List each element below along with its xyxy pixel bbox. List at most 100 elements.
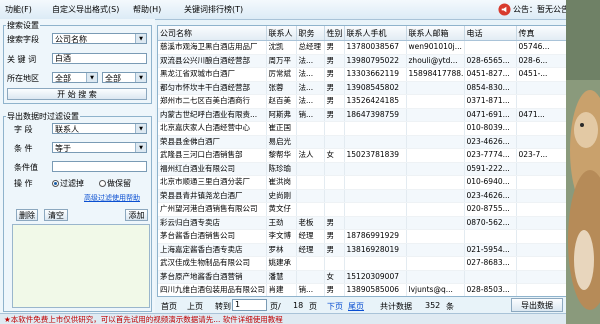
table-cell: 18786991929 [344,229,407,244]
table-row[interactable]: 慈溪市观海卫黑白酒店用品厂 沈凯 总经理男 13780038567 wen901010j… [158,40,566,55]
table-row[interactable]: 郑州市二七区百美白酒商行 赵百美 法... 男 13526424185 0371-871.… [158,94,566,109]
table-cell [516,81,566,95]
menu-custom-export[interactable]: 自定义导出格式(S) [52,4,119,15]
table-cell: 15898417788... [406,67,465,82]
filter-condition-value: 等于 [55,144,71,153]
last-page-link[interactable]: 尾页 [348,301,364,312]
keep-radio[interactable]: 做保留 [99,178,131,189]
left-panel: 搜索设置 搜索字段 公司名称 ▼ 关 键 词 白酒 所在地区 全部 ▼ 全部 ▼… [0,19,155,313]
table-cell: 罗林 [266,243,297,257]
menu-keyword-rank[interactable]: 关键词排行榜(T) [184,4,243,15]
count-unit: 条 [446,302,454,311]
filter-out-radio[interactable]: 过滤掉 [52,178,84,189]
table-cell: 0870-562... [464,216,517,230]
table-cell [464,40,517,55]
table-cell: 0371-871... [464,94,517,109]
table-row[interactable]: 广州望河港白酒销售有限公司 黄文仔 020-8755... [158,202,566,217]
filter-list[interactable] [12,224,150,308]
table-cell: 男 [324,40,345,55]
first-page-link[interactable]: 首页 [161,301,177,312]
table-row[interactable]: 武汉佳成生物制品有限公司 姚建承 027-8683... [158,256,566,271]
table-cell [406,270,465,284]
table-row[interactable]: 都匀市怀坎丰干白酒经营部 张蓉 法... 男 13908545802 0854-830..… [158,81,566,95]
column-header[interactable]: 联系人 [266,26,297,41]
table-row[interactable]: 北京嘉庆家人白酒经营中心 崔正国 010-8039... [158,121,566,136]
table-cell [344,202,407,217]
prev-page-link[interactable]: 上页 [187,301,203,312]
table-cell [344,162,407,176]
status-bar: ★本软件免费上市仅供研究，可以首先试用的视频演示数据请先... 软件详细使用教程 [0,313,566,324]
table-cell: 13526424185 [344,94,407,109]
table-cell: 郑州市二七区百美白酒商行 [158,94,267,109]
city-select[interactable]: 全部 ▼ [102,72,147,83]
export-data-button[interactable]: 导出数据 [511,298,563,312]
add-button[interactable]: 添加 [125,209,148,221]
menu-function[interactable]: 功能(F) [5,4,32,15]
column-header[interactable]: 联系人邮箱 [406,26,465,41]
column-header[interactable]: 联系人手机 [344,26,407,41]
table-cell: 0591-222... [464,162,517,176]
table-cell: 13908545802 [344,81,407,95]
table-cell [296,135,325,149]
table-row[interactable]: 福州红白酒业有限公司 陈珍瑜 0591-222... [158,162,566,176]
table-row[interactable]: 武隆县三河口白酒销售部 黎帮华 法人女 15023781839 023-7774... 0… [158,148,566,163]
table-row[interactable]: 茅台酱香白酒销售公司 李文博 经理男 18786991929 [158,229,566,244]
menu-help[interactable]: 帮助(H) [133,4,161,15]
table-row[interactable]: 北京市顺通三里白酒分装厂 崔洪岗 010-6940... [158,175,566,190]
column-header[interactable]: 职务 [296,26,325,41]
table-cell [296,175,325,190]
table-cell: 女 [324,270,345,284]
filter-field-select[interactable]: 联系人 ▼ [52,123,147,134]
province-select[interactable]: 全部 ▼ [52,72,98,83]
column-header[interactable]: 性别 [324,26,345,41]
table-cell: 北京嘉庆家人白酒经营中心 [158,121,267,136]
table-cell [324,202,345,217]
table-cell [406,229,465,244]
total-pages: 18 [293,301,304,310]
table-row[interactable]: 内蒙古世纪呼白酒业有限责... 阿斯弗 销... 男 18647398759 0471-6… [158,108,566,122]
table-cell: 内蒙古世纪呼白酒业有限责... [158,108,267,122]
table-cell: 都匀市怀坎丰干白酒经营部 [158,81,267,95]
keyword-input[interactable]: 白酒 [52,53,147,64]
start-search-button[interactable]: 开 始 搜 索 [7,88,147,100]
table-cell: 法... [296,81,325,95]
table-cell: 茅台酱香白酒销售公司 [158,229,267,244]
table-row[interactable]: 荣县县青井镇尧龙白酒厂 史尚刚 023-4626... [158,189,566,203]
table-cell: 023-7... [516,148,566,163]
table-row[interactable]: 茅台原产地酱香白酒营销 潘慧 女 15120309007 [158,270,566,284]
announcement[interactable]: 公告：暂无公告 [498,2,566,17]
next-page-link[interactable]: 下页 [327,301,343,312]
table-cell [464,229,517,244]
table-cell: 021-5954... [464,243,517,257]
table-row[interactable]: 上海嘉定酱香白酒专卖店 罗林 经理男 13816928019 021-5954... [158,243,566,257]
filter-value-label: 条件值 [14,163,38,172]
clear-button[interactable]: 清空 [44,209,68,221]
table-cell: 武汉佳成生物制品有限公司 [158,256,267,271]
keep-label: 做保留 [107,179,131,188]
table-cell: 北京市顺通三里白酒分装厂 [158,175,267,190]
page-number-input[interactable]: 1 [232,299,267,311]
column-header[interactable]: 电话 [464,26,517,41]
table-cell [516,189,566,203]
table-cell [516,256,566,271]
column-header[interactable]: 公司名称 [158,26,267,41]
search-field-select[interactable]: 公司名称 ▼ [52,33,147,44]
delete-button[interactable]: 删除 [16,209,38,221]
table-row[interactable]: 双流县公兴川酿白酒经营部 周万平 法... 男 13980795022 zhouli@yt… [158,54,566,68]
table-cell [406,135,465,149]
table-cell: 广州望河港白酒销售有限公司 [158,202,267,217]
filter-condition-select[interactable]: 等于 ▼ [52,142,147,153]
table-cell [344,135,407,149]
filter-out-label: 过滤掉 [60,179,84,188]
table-row[interactable]: 彩云归白酒专卖店 王劲 老板男 0870-562... [158,216,566,230]
table-row[interactable]: 黑龙江省双城市白酒厂 厉常斌 法... 男 13303662119 15898417788… [158,67,566,82]
advanced-filter-help-link[interactable]: 高级过滤使用帮助 [84,193,140,203]
filter-value-input[interactable] [52,161,147,172]
table-cell [344,216,407,230]
table-cell [344,175,407,190]
table-row[interactable]: 四川九维白酒包装用品有限公司 肖建 销... 男 13890585006 lvjunts@… [158,283,566,296]
table-cell [464,270,517,284]
table-row[interactable]: 荣县县金佛白酒厂 易启光 023-4626... [158,135,566,149]
column-header[interactable]: 传真 [516,26,566,41]
table-cell: 荣县县金佛白酒厂 [158,135,267,149]
